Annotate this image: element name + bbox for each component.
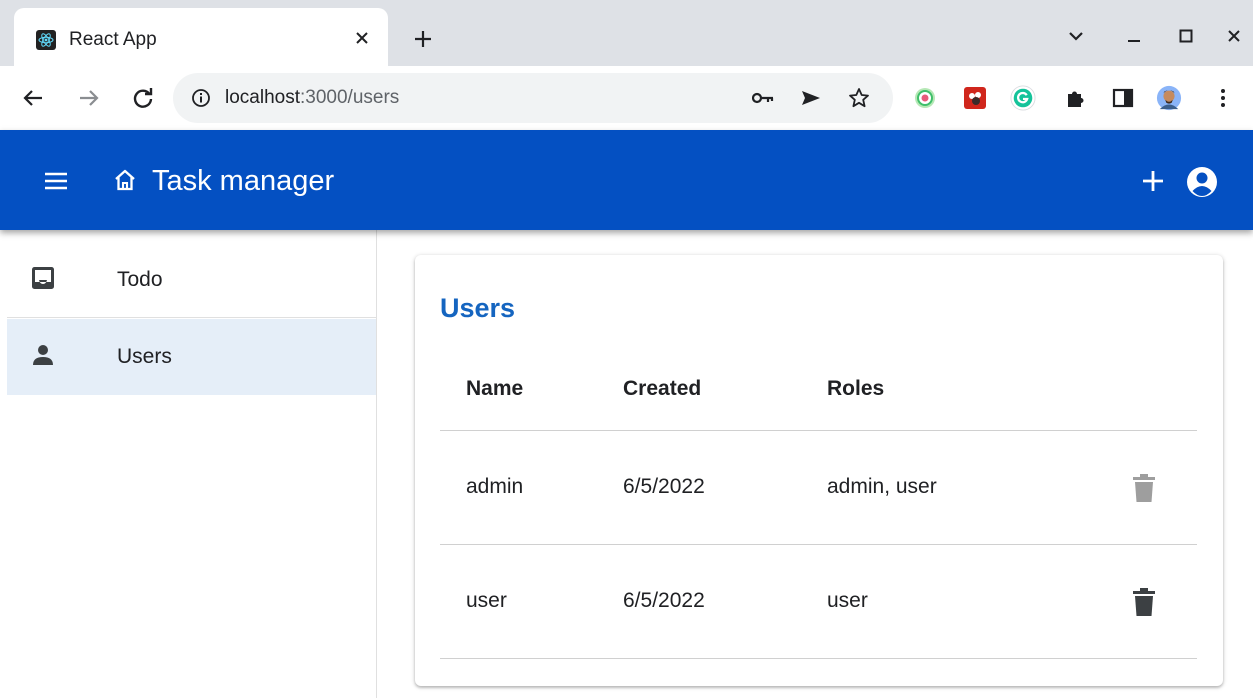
- app-title: Task manager: [152, 165, 335, 197]
- column-header-created: Created: [623, 377, 702, 400]
- user-created-cell: 6/5/2022: [623, 589, 705, 612]
- home-icon[interactable]: [111, 166, 139, 194]
- kebab-menu-icon[interactable]: [1210, 85, 1236, 111]
- reload-icon[interactable]: [128, 83, 158, 113]
- side-panel-icon[interactable]: [1110, 85, 1136, 111]
- drawer-item-todo[interactable]: Todo: [7, 242, 376, 318]
- tab-close-icon[interactable]: [350, 26, 374, 50]
- user-created-cell: 6/5/2022: [623, 475, 705, 498]
- new-tab-plus-icon[interactable]: [410, 26, 436, 52]
- url-host: localhost: [225, 87, 300, 108]
- profile-avatar-icon[interactable]: [1156, 85, 1182, 111]
- tab-title: React App: [69, 29, 157, 50]
- side-drawer: Todo Users: [0, 230, 377, 698]
- maximize-icon[interactable]: [1172, 22, 1200, 50]
- table-header-row: Name Created Roles: [440, 347, 1197, 431]
- url-text[interactable]: localhost:3000/users: [225, 87, 399, 109]
- password-key-icon[interactable]: [751, 86, 775, 110]
- drawer-item-users[interactable]: Users: [7, 319, 376, 395]
- column-header-name: Name: [466, 377, 524, 400]
- address-bar[interactable]: localhost:3000/users: [173, 73, 893, 123]
- red-extension-icon[interactable]: [962, 85, 988, 111]
- person-icon: [27, 339, 59, 371]
- user-name-cell: user: [466, 589, 507, 612]
- users-table: Name Created Roles admin 6/5/2022 admin,…: [440, 347, 1197, 659]
- add-plus-icon[interactable]: [1138, 166, 1168, 196]
- users-card: Users Name Created Roles admin 6/5/2022 …: [415, 255, 1223, 686]
- bookmark-star-icon[interactable]: [847, 86, 871, 110]
- site-info-icon[interactable]: [189, 86, 213, 110]
- user-roles-cell: admin, user: [827, 475, 937, 498]
- column-header-roles: Roles: [827, 377, 885, 400]
- minimize-icon[interactable]: [1120, 22, 1148, 50]
- browser-toolbar: localhost:3000/users: [0, 66, 1253, 130]
- table-row: admin 6/5/2022 admin, user: [440, 431, 1197, 545]
- account-circle-icon[interactable]: [1186, 166, 1218, 198]
- url-path: :3000/users: [300, 87, 400, 108]
- user-roles-cell: user: [827, 589, 868, 612]
- app-bar: Task manager: [0, 130, 1253, 230]
- puzzle-extensions-icon[interactable]: [1062, 85, 1088, 111]
- hamburger-menu-icon[interactable]: [40, 166, 72, 196]
- react-logo-icon: [36, 30, 56, 50]
- tab-search-chevron-icon[interactable]: [1062, 22, 1090, 50]
- card-title: Users: [440, 293, 516, 323]
- browser-tab-strip: React App: [0, 0, 1253, 66]
- table-row: user 6/5/2022 user: [440, 545, 1197, 659]
- send-icon[interactable]: [799, 86, 823, 110]
- user-name-cell: admin: [466, 475, 524, 498]
- target-extension-icon[interactable]: [912, 85, 938, 111]
- browser-tab[interactable]: React App: [14, 8, 388, 66]
- window-close-icon[interactable]: [1220, 22, 1248, 50]
- delete-trash-icon[interactable]: [1130, 585, 1158, 619]
- delete-trash-icon[interactable]: [1130, 471, 1158, 505]
- drawer-item-label: Todo: [117, 268, 163, 291]
- back-arrow-icon[interactable]: [18, 83, 48, 113]
- forward-arrow-icon[interactable]: [74, 83, 104, 113]
- inbox-icon: [27, 262, 59, 294]
- drawer-item-label: Users: [117, 345, 172, 368]
- grammarly-icon[interactable]: [1010, 85, 1036, 111]
